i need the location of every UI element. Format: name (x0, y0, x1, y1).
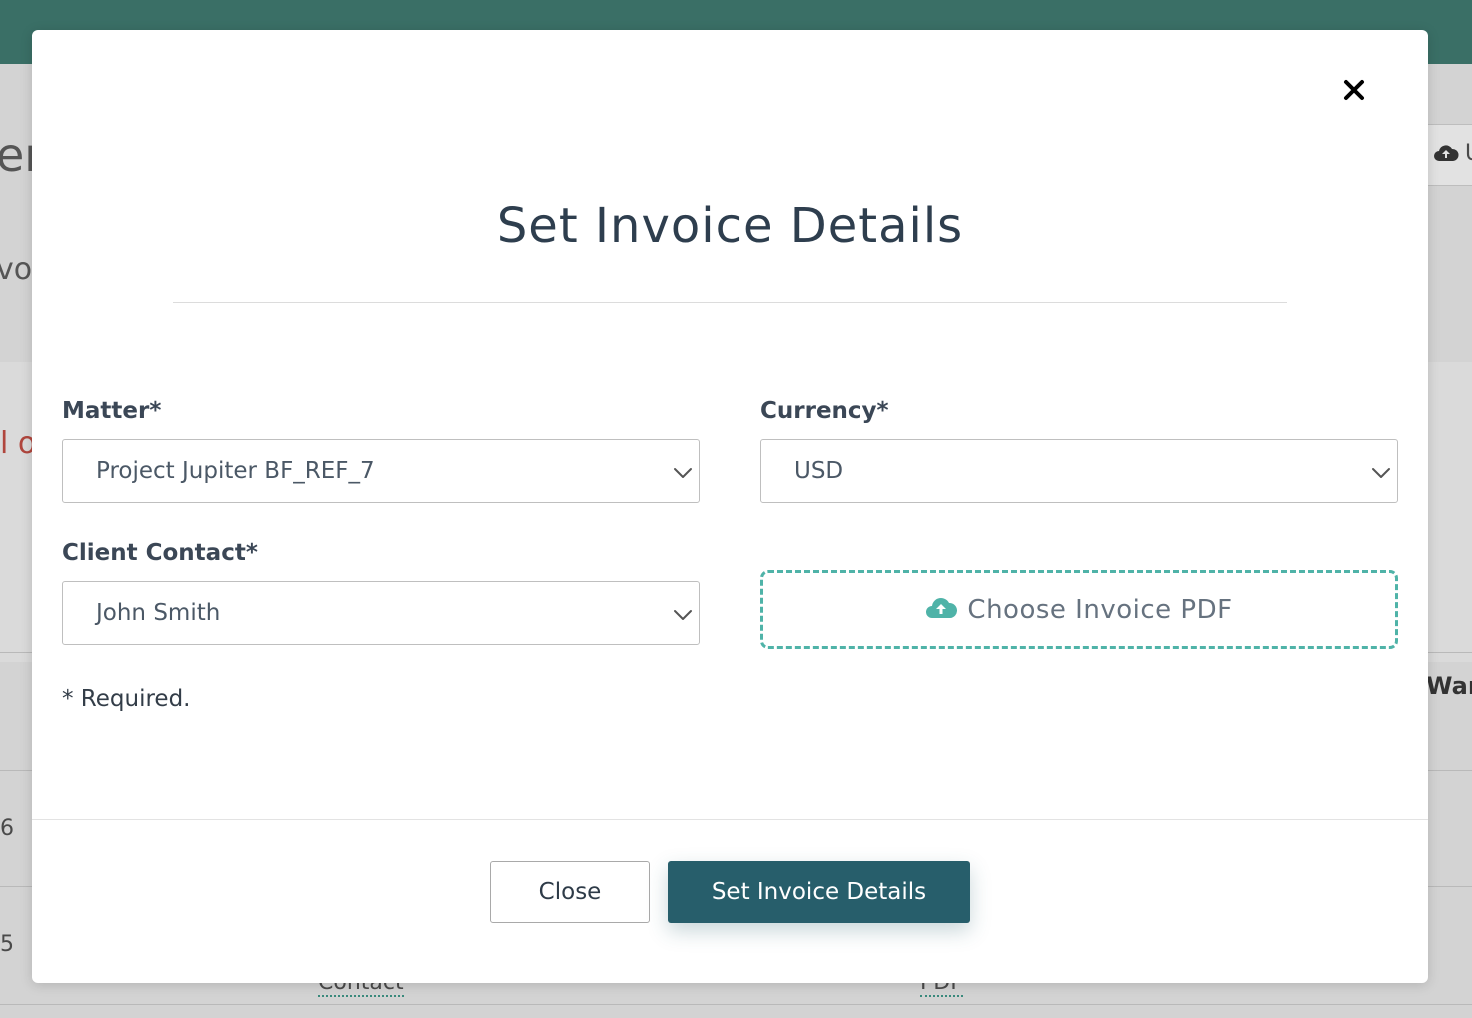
client-contact-label: Client Contact* (62, 540, 258, 566)
footer-divider (32, 819, 1428, 820)
cloud-upload-icon (925, 596, 958, 624)
matter-select[interactable]: Project Jupiter BF_REF_7 (62, 439, 700, 503)
modal-title: Set Invoice Details (496, 198, 964, 254)
background-row-fragment: 5 (0, 932, 14, 957)
background-divider (0, 1004, 1472, 1005)
background-column-header-fragment: Warr (1426, 672, 1472, 700)
currency-label: Currency* (760, 398, 889, 424)
currency-select[interactable]: USD (760, 439, 1398, 503)
required-note: * Required. (62, 686, 191, 712)
client-contact-select[interactable]: John Smith (62, 581, 700, 645)
background-row-fragment: 6 (0, 816, 14, 841)
choose-invoice-pdf-label: Choose Invoice PDF (967, 594, 1233, 625)
close-icon[interactable] (1336, 72, 1372, 108)
choose-invoice-pdf-button[interactable]: Choose Invoice PDF (760, 570, 1398, 649)
cloud-upload-icon (1433, 143, 1459, 167)
currency-select-value: USD (794, 458, 844, 484)
background-subtitle-fragment: vo (0, 252, 33, 287)
close-button[interactable]: Close (490, 861, 650, 923)
matter-label: Matter* (62, 398, 162, 424)
set-invoice-details-button[interactable]: Set Invoice Details (668, 861, 970, 923)
background-upload-button: U (1422, 124, 1472, 186)
background-upload-label: U (1465, 141, 1472, 166)
client-contact-select-value: John Smith (96, 600, 221, 626)
matter-select-value: Project Jupiter BF_REF_7 (96, 458, 375, 484)
background-warning-fragment: l o (0, 426, 37, 461)
title-divider (173, 302, 1287, 303)
chevron-down-icon (671, 460, 695, 484)
chevron-down-icon (1369, 460, 1393, 484)
chevron-down-icon (671, 602, 695, 626)
set-invoice-details-modal: Set Invoice Details Matter* Project Jupi… (32, 30, 1428, 983)
